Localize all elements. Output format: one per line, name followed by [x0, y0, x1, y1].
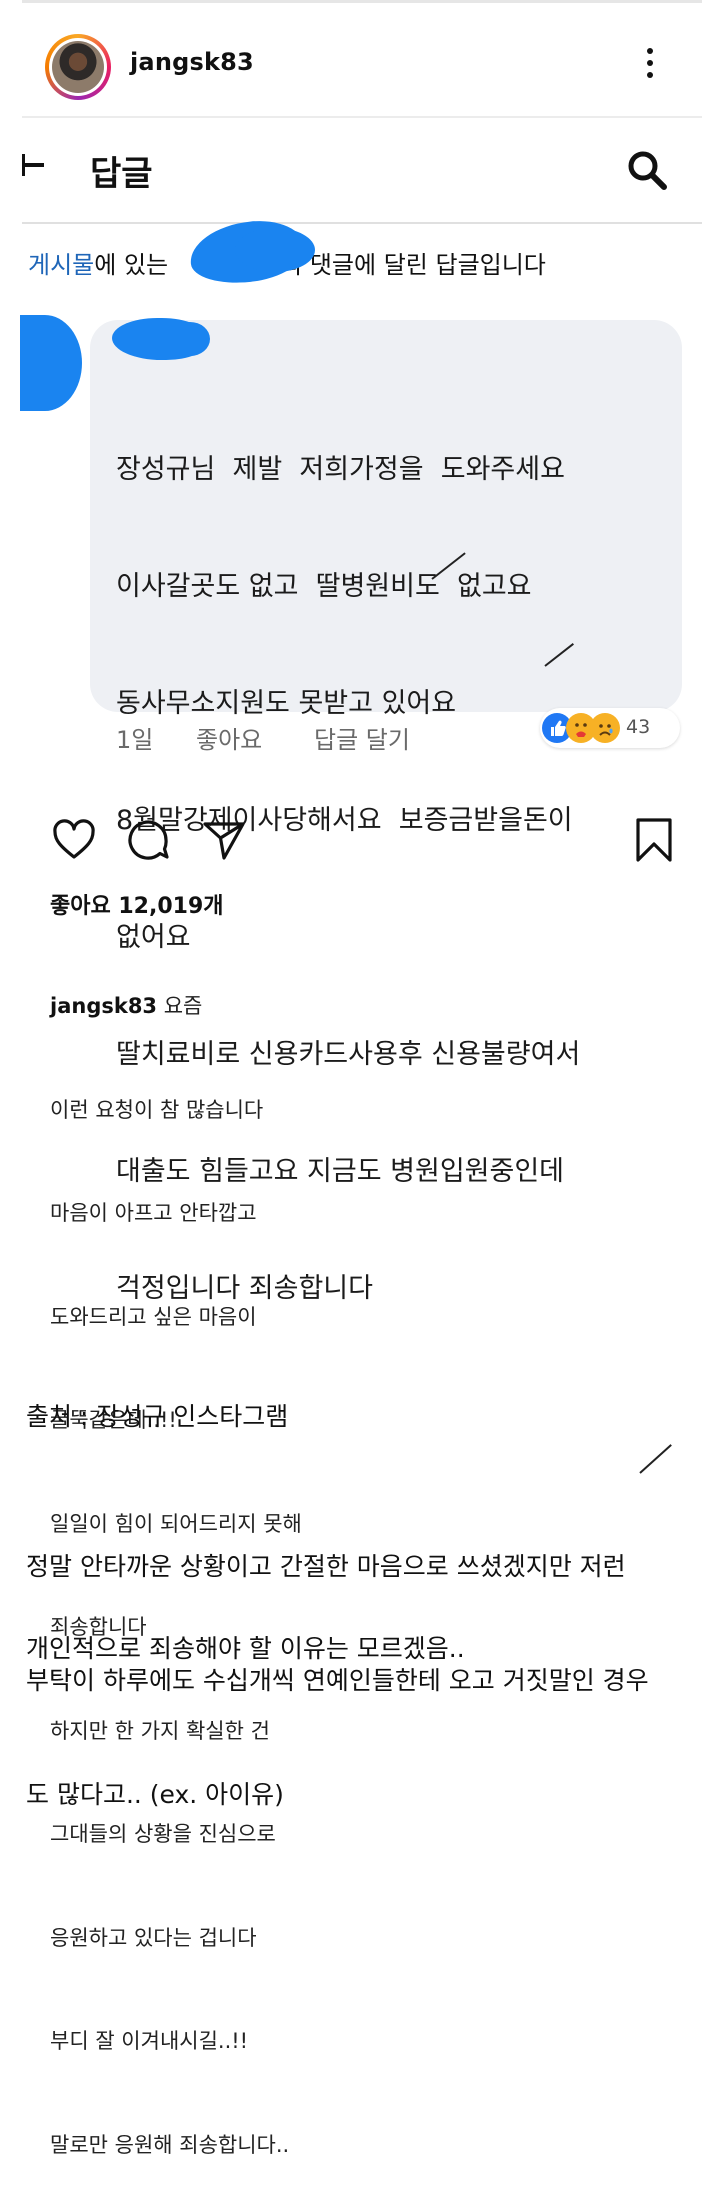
- comment-icon[interactable]: [124, 816, 172, 864]
- source-credit: 출처 : 장성규 인스타그램: [26, 1402, 289, 1431]
- reaction-count: 43: [626, 716, 651, 738]
- bookmark-icon[interactable]: [630, 816, 678, 864]
- page-title: 답글: [90, 154, 153, 194]
- comment-line: 이사갈곳도 없고 딸병원비도 없고요: [116, 571, 532, 602]
- share-icon[interactable]: [200, 816, 248, 864]
- redacted-avatar: [20, 315, 82, 411]
- commentary-line: 도 많다고.. (ex. 아이유): [26, 1780, 284, 1809]
- like-count[interactable]: 좋아요 12,019개: [50, 888, 224, 920]
- sad-icon: [590, 713, 620, 743]
- caption-username[interactable]: jangsk83: [50, 994, 157, 1018]
- caption-line: 말로만 응원해 죄송합니다..: [50, 2132, 290, 2157]
- back-arrow-icon[interactable]: [24, 163, 44, 167]
- annotation-mark: [639, 1444, 672, 1474]
- caption-first-line: jangsk83 요즘: [50, 989, 450, 1024]
- notice-text-after: 의 댓글에 달린 답글입니다: [280, 251, 546, 279]
- notice-text-before: 에 있는: [94, 251, 169, 279]
- caption-line: 도와드리고 싶은 마음이: [50, 1304, 257, 1329]
- comment-time: 1일: [116, 726, 154, 754]
- caption-line: 응원하고 있다는 겁니다: [50, 1925, 257, 1950]
- more-options-icon[interactable]: [646, 48, 654, 88]
- back-arrow-icon-stem: [22, 154, 25, 176]
- top-divider: [22, 0, 702, 3]
- comment-like-button[interactable]: 좋아요: [196, 720, 262, 755]
- avatar[interactable]: [52, 41, 104, 93]
- caption-line: 이런 요청이 참 많습니다: [50, 1097, 264, 1122]
- caption-line: 부디 잘 이겨내시길..!!: [50, 2029, 249, 2053]
- heart-icon[interactable]: [50, 816, 98, 864]
- caption-line: 마음이 아프고 안타깝고: [50, 1201, 257, 1225]
- commentary-closing: 개인적으로 죄송해야 할 이유는 모르겠음..: [26, 1634, 465, 1663]
- comment-line: 장성규님 제발 저희가정을 도와주세요: [116, 454, 565, 485]
- divider: [22, 116, 702, 118]
- commentary-line: 정말 안타까운 상황이고 간절한 마음으로 쓰셨겠지만 저런: [26, 1552, 626, 1581]
- redaction-blob: [170, 322, 210, 356]
- post-username[interactable]: jangsk83: [130, 48, 254, 76]
- caption-line: 요즘: [157, 994, 203, 1018]
- post-link[interactable]: 게시물: [28, 251, 94, 279]
- divider: [22, 222, 702, 224]
- reaction-summary[interactable]: 43: [540, 708, 680, 748]
- redaction-blob: [235, 228, 315, 272]
- search-icon[interactable]: [625, 148, 669, 192]
- comment-reply-button[interactable]: 답글 달기: [314, 720, 410, 755]
